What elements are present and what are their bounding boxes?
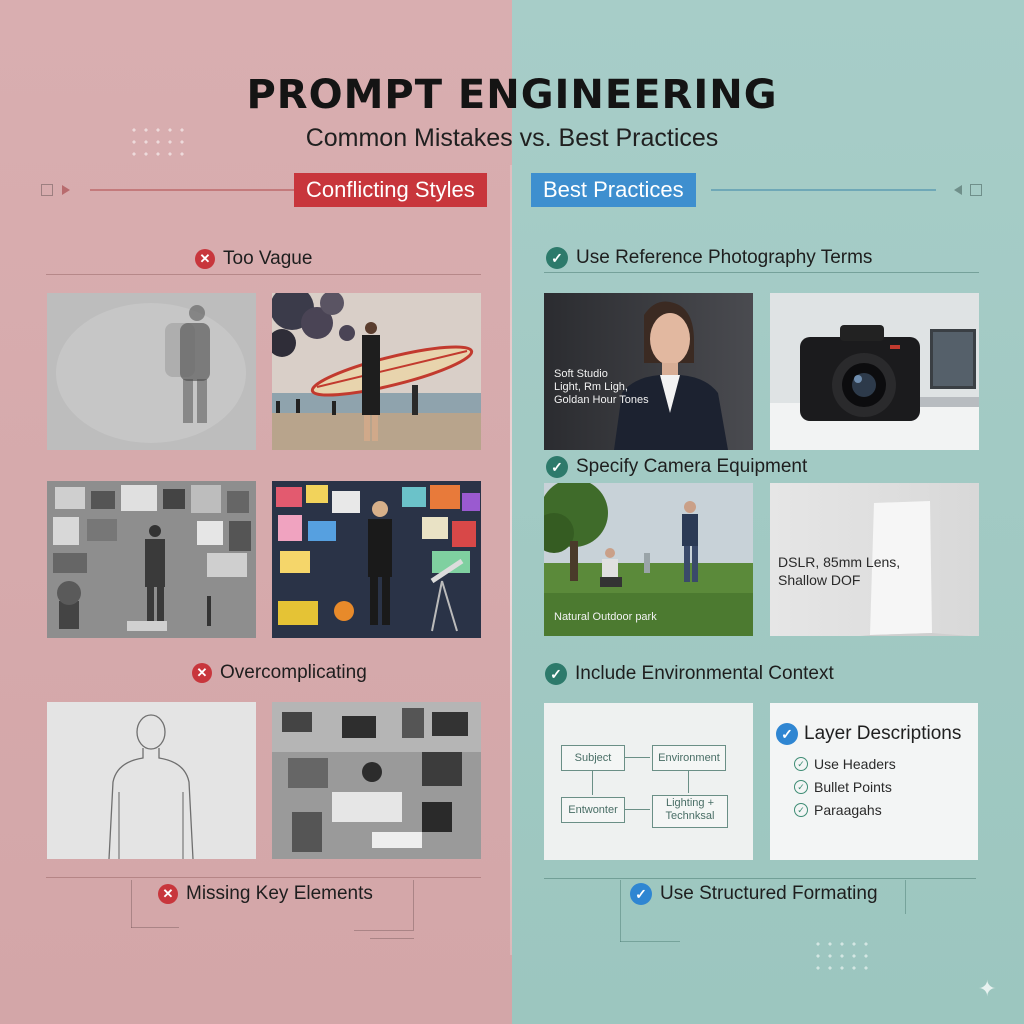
park-caption: Natural Outdoor park <box>554 611 657 623</box>
banner-line <box>90 189 294 191</box>
portrait-caption: Soft Studio Light, Rm Ligh, Goldan Hour … <box>554 368 649 406</box>
arrow-left-icon <box>954 185 962 195</box>
camera-desk-image <box>770 293 979 450</box>
heading-camera-equipment: ✓ Specify Camera Equipment <box>546 456 807 478</box>
heading-label: Missing Key Elements <box>186 883 373 904</box>
flowchart-panel: Subject Environment Entwonter Lighting +… <box>544 703 753 860</box>
outdoor-park-image: Natural Outdoor park <box>544 483 753 636</box>
check-circle-icon: ✓ <box>630 883 652 905</box>
heading-too-vague: ✕ Too Vague <box>195 248 312 270</box>
check-circle-icon: ✓ <box>546 456 568 478</box>
heading-label: Use Reference Photography Terms <box>576 247 873 268</box>
flow-arrow <box>624 809 650 810</box>
layer-title-label: Layer Descriptions <box>804 723 962 744</box>
sparkle-icon: ✦ <box>978 976 997 1001</box>
layer-item: ✓ Bullet Points <box>794 779 892 795</box>
best-practices-banner: Best Practices <box>531 173 696 207</box>
section-rule <box>46 274 481 275</box>
cluttered-collage-bw-image <box>47 481 256 638</box>
check-circle-icon: ✓ <box>545 663 567 685</box>
frame-line <box>354 930 414 931</box>
flow-arrow <box>592 770 593 795</box>
frame-line <box>413 880 414 930</box>
heading-overcomplicating: ✕ Overcomplicating <box>192 662 367 684</box>
frame-line <box>620 941 680 942</box>
heading-structured-formatting: ✓ Use Structured Formating <box>630 883 878 905</box>
frame-line <box>620 880 621 942</box>
heading-label: Too Vague <box>223 248 313 269</box>
decorative-dots <box>812 938 872 978</box>
layer-item: ✓ Paraagahs <box>794 802 882 818</box>
studio-portrait-image: Soft Studio Light, Rm Ligh, Goldan Hour … <box>544 293 753 450</box>
arrow-right-icon <box>62 185 70 195</box>
flow-box-entwonter: Entwonter <box>561 797 625 823</box>
heading-label: Include Environmental Context <box>575 663 834 684</box>
heading-reference-photography: ✓ Use Reference Photography Terms <box>546 247 872 269</box>
heading-environmental-context: ✓ Include Environmental Context <box>545 663 834 685</box>
heading-label: Use Structured Formating <box>660 883 878 904</box>
dslr-caption: DSLR, 85mm Lens, Shallow DOF <box>778 554 901 588</box>
flow-arrow <box>688 770 689 793</box>
flow-box-lighting: Lighting + Technksal <box>652 795 728 828</box>
page-subtitle: Common Mistakes vs. Best Practices <box>305 124 719 152</box>
check-icon: ✓ <box>794 780 808 794</box>
square-icon <box>970 184 982 196</box>
frame-line <box>905 880 906 914</box>
section-rule <box>544 878 976 879</box>
flow-box-subject: Subject <box>561 745 625 771</box>
check-icon: ✓ <box>794 757 808 771</box>
heading-label: Specify Camera Equipment <box>576 456 808 477</box>
flow-box-environment: Environment <box>652 745 726 771</box>
page-title: PROMPT ENGINEERING <box>246 72 778 118</box>
x-circle-icon: ✕ <box>192 663 212 683</box>
heading-missing-key-elements: ✕ Missing Key Elements <box>158 883 373 905</box>
layer-item-label: Bullet Points <box>814 779 892 795</box>
heading-label: Overcomplicating <box>220 662 367 683</box>
layer-item-label: Use Headers <box>814 756 896 772</box>
flow-arrow <box>624 757 650 758</box>
check-circle-icon: ✓ <box>546 247 568 269</box>
check-icon: ✓ <box>794 803 808 817</box>
section-rule <box>46 877 481 878</box>
outline-figure-image <box>47 702 256 859</box>
x-circle-icon: ✕ <box>158 884 178 904</box>
layer-item-label: Paraagahs <box>814 802 882 818</box>
x-circle-icon: ✕ <box>195 249 215 269</box>
frame-line <box>370 938 414 939</box>
banner-line <box>711 189 936 191</box>
busy-room-bw-image <box>272 702 481 859</box>
layer-descriptions-panel: ✓ Layer Descriptions ✓ Use Headers ✓ Bul… <box>770 703 978 860</box>
beach-surfboard-image <box>272 293 481 450</box>
check-circle-icon: ✓ <box>776 723 798 745</box>
dslr-settings-image: DSLR, 85mm Lens, Shallow DOF <box>770 483 979 636</box>
layer-item: ✓ Use Headers <box>794 756 896 772</box>
square-icon <box>41 184 53 196</box>
conflicting-styles-banner: Conflicting Styles <box>294 173 487 207</box>
layer-title: ✓ Layer Descriptions <box>776 723 961 745</box>
frame-line <box>131 927 179 928</box>
cluttered-collage-color-image <box>272 481 481 638</box>
frame-line <box>131 880 132 928</box>
blurry-figure-image <box>47 293 256 450</box>
section-rule <box>544 272 979 273</box>
center-divider <box>510 165 512 955</box>
